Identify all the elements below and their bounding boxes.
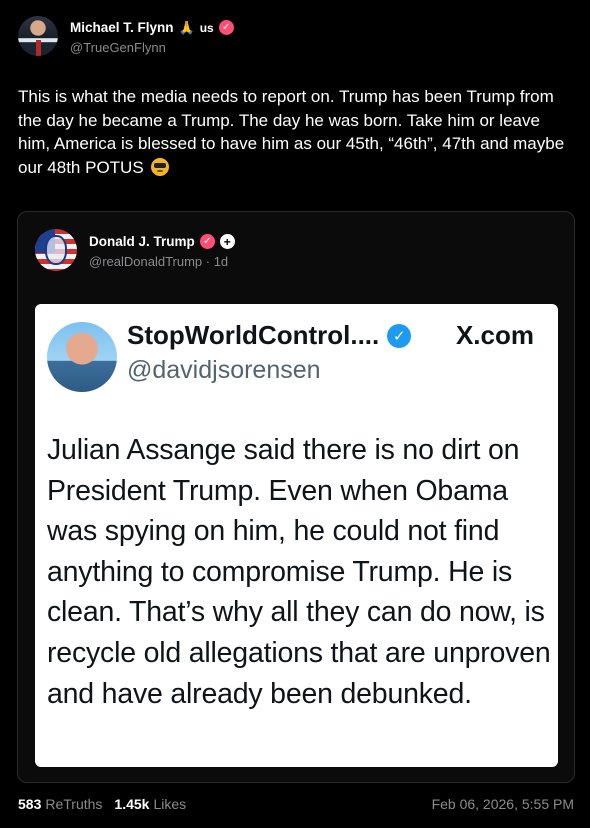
quoted-name[interactable]: Donald J. Trump	[89, 234, 195, 249]
author-avatar[interactable]	[18, 16, 58, 56]
image-name-row: StopWorldControl.... ✓	[127, 320, 412, 351]
quoted-post[interactable]: Donald J. Trump ✓ + @realDonaldTrump · 1…	[17, 211, 575, 783]
post-footer: 583 ReTruths 1.45k Likes Feb 06, 2026, 5:5…	[18, 794, 574, 814]
image-profile-avatar	[47, 322, 117, 392]
author-handle[interactable]: @TrueGenFlynn	[70, 40, 234, 55]
quoted-handle-time[interactable]: @realDonaldTrump · 1d	[89, 254, 235, 269]
praying-hands-icon: 🙏	[178, 19, 195, 35]
post-author[interactable]: Michael T. Flynn 🙏 us ✓ @TrueGenFlynn	[18, 14, 234, 58]
author-name[interactable]: Michael T. Flynn	[70, 20, 174, 35]
quoted-image[interactable]: StopWorldControl.... ✓ X.com @davidjsore…	[35, 304, 558, 767]
blue-verified-icon: ✓	[387, 323, 412, 348]
retruths-label: ReTruths	[45, 796, 103, 812]
author-name-row: Michael T. Flynn 🙏 us ✓	[70, 18, 234, 38]
image-site-label: X.com	[455, 320, 534, 350]
quoted-author[interactable]: Donald J. Trump ✓ + @realDonaldTrump · 1…	[35, 229, 235, 271]
likes-label: Likes	[153, 796, 187, 812]
image-account-handle: @davidjsorensen	[127, 356, 321, 384]
retruths-stat[interactable]: 583 ReTruths	[18, 796, 102, 812]
author-text: Michael T. Flynn 🙏 us ✓ @TrueGenFlynn	[70, 18, 234, 55]
country-tag: us	[199, 20, 214, 35]
likes-stat[interactable]: 1.45k Likes	[114, 796, 186, 812]
sunglasses-emoji-icon	[151, 157, 170, 176]
quoted-name-row: Donald J. Trump ✓ +	[89, 232, 235, 252]
quoted-avatar[interactable]	[35, 229, 77, 271]
post-timestamp[interactable]: Feb 06, 2026, 5:55 PM	[432, 796, 574, 812]
quoted-author-text: Donald J. Trump ✓ + @realDonaldTrump · 1…	[89, 232, 235, 269]
retruths-count: 583	[18, 796, 42, 812]
post-body: This is what the media needs to report o…	[18, 87, 565, 177]
likes-count: 1.45k	[114, 796, 150, 812]
verified-icon: ✓	[199, 234, 215, 249]
verified-icon: ✓	[218, 20, 234, 35]
image-quote-text: Julian Assange said there is no dirt on …	[47, 434, 551, 710]
post-text: This is what the media needs to report o…	[18, 85, 574, 179]
plus-icon: +	[219, 234, 235, 249]
image-account-name: StopWorldControl....	[127, 320, 380, 350]
